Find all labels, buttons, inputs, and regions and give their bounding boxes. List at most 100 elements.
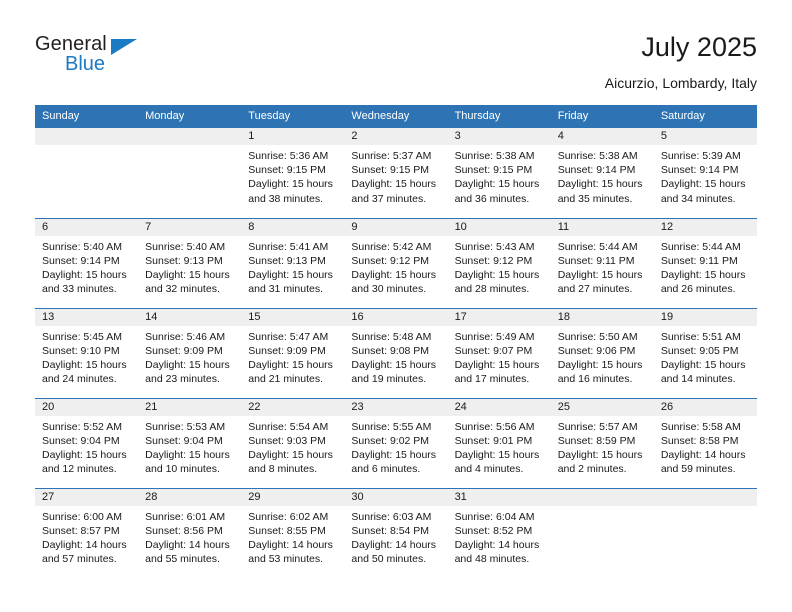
sunrise-time: Sunrise: 5:40 AM [145, 240, 226, 253]
day-number: 4 [550, 128, 654, 145]
calendar-day-cell[interactable]: 31 Sunrise: 6:04 AM Sunset: 8:52 PM Dayligh… [447, 487, 551, 578]
calendar-day-cell[interactable]: 2 Sunrise: 5:37 AM Sunset: 9:15 PM Daylight… [344, 128, 448, 218]
daylight-line1: Daylight: 15 hours [145, 448, 230, 461]
daylight-line1: Daylight: 15 hours [42, 268, 127, 281]
day-number: 16 [344, 308, 448, 326]
daylight-line2: and 24 minutes. [42, 373, 117, 386]
day-number: 23 [344, 398, 448, 416]
calendar-day-cell[interactable]: 30 Sunrise: 6:03 AM Sunset: 8:54 PM Dayligh… [344, 487, 448, 578]
daylight-line1: Daylight: 15 hours [145, 268, 230, 281]
daylight-line2: and 17 minutes. [454, 373, 530, 386]
calendar-day-cell[interactable]: 25 Sunrise: 5:57 AM Sunset: 8:59 PM Dayligh… [550, 397, 654, 488]
day-details: Sunrise: 5:57 AM Sunset: 8:59 PM Daylight:… [551, 416, 654, 477]
daylight-line2: and 12 minutes. [42, 463, 117, 476]
calendar-day-cell[interactable]: 11 Sunrise: 5:44 AM Sunset: 9:11 PM Dayligh… [550, 217, 654, 308]
day-details: Sunrise: 5:56 AM Sunset: 9:01 PM Daylight:… [448, 416, 551, 477]
calendar-day-cell[interactable]: 4 Sunrise: 5:38 AM Sunset: 9:14 PM Daylight… [550, 128, 654, 218]
sunrise-time: Sunrise: 5:39 AM [660, 150, 741, 162]
calendar-day-cell[interactable]: 8 Sunrise: 5:41 AM Sunset: 9:13 PM Daylight… [241, 217, 345, 308]
day-details: Sunrise: 5:41 AM Sunset: 9:13 PM Daylight:… [241, 236, 344, 297]
sunrise-time: Sunrise: 5:54 AM [248, 420, 329, 433]
sunrise-time: Sunrise: 5:48 AM [351, 330, 432, 343]
sunset-time: Sunset: 8:54 PM [351, 524, 430, 537]
calendar-day-cell[interactable]: 22 Sunrise: 5:54 AM Sunset: 9:03 PM Dayligh… [241, 397, 345, 488]
calendar-day-cell[interactable]: 19 Sunrise: 5:51 AM Sunset: 9:05 PM Dayligh… [653, 307, 757, 398]
sunrise-time: Sunrise: 5:50 AM [557, 330, 638, 343]
general-blue-logo: General Blue [35, 33, 215, 85]
daylight-line1: Daylight: 14 hours [248, 538, 333, 551]
daylight-line2: and 33 minutes. [42, 283, 117, 296]
sunrise-time: Sunrise: 5:57 AM [557, 420, 638, 433]
sunset-time: Sunset: 9:02 PM [351, 434, 430, 447]
calendar-day-cell[interactable]: 28 Sunrise: 6:01 AM Sunset: 8:56 PM Dayligh… [138, 487, 242, 578]
calendar-day-cell[interactable]: 10 Sunrise: 5:43 AM Sunset: 9:12 PM Dayligh… [447, 217, 551, 308]
day-number: 31 [447, 488, 551, 506]
sunset-time: Sunset: 8:59 PM [557, 434, 636, 447]
sunset-time: Sunset: 8:52 PM [454, 524, 533, 537]
day-number: 18 [550, 308, 654, 326]
day-details: Sunrise: 5:54 AM Sunset: 9:03 PM Daylight:… [241, 416, 344, 477]
sunset-time: Sunset: 9:15 PM [248, 164, 326, 177]
calendar-day-cell[interactable]: 20 Sunrise: 5:52 AM Sunset: 9:04 PM Dayligh… [35, 397, 139, 488]
calendar-day-cell[interactable]: 7 Sunrise: 5:40 AM Sunset: 9:13 PM Daylight… [138, 217, 242, 308]
day-details: Sunrise: 5:58 AM Sunset: 8:58 PM Daylight:… [654, 416, 757, 477]
sunset-time: Sunset: 9:13 PM [248, 254, 326, 267]
calendar-day-cell[interactable]: 27 Sunrise: 6:00 AM Sunset: 8:57 PM Dayligh… [35, 487, 139, 578]
day-number: 2 [344, 128, 448, 145]
daylight-line1: Daylight: 15 hours [557, 448, 643, 461]
calendar-day-cell[interactable]: 3 Sunrise: 5:38 AM Sunset: 9:15 PM Daylight… [447, 128, 551, 218]
daylight-line1: Daylight: 14 hours [454, 538, 540, 551]
daylight-line1: Daylight: 14 hours [351, 538, 437, 551]
sunrise-time: Sunrise: 5:36 AM [248, 150, 329, 162]
daylight-line2: and 26 minutes. [660, 283, 736, 296]
weekday-header-row: Sunday Monday Tuesday Wednesday Thursday… [35, 105, 757, 128]
calendar-day-cell[interactable]: 14 Sunrise: 5:46 AM Sunset: 9:09 PM Dayligh… [138, 307, 242, 398]
daylight-line2: and 32 minutes. [145, 283, 220, 296]
day-details: Sunrise: 5:52 AM Sunset: 9:04 PM Daylight:… [35, 416, 138, 477]
sunrise-time: Sunrise: 6:01 AM [145, 510, 226, 523]
calendar-day-cell[interactable]: 17 Sunrise: 5:49 AM Sunset: 9:07 PM Dayligh… [447, 307, 551, 398]
calendar-day-cell[interactable]: 12 Sunrise: 5:44 AM Sunset: 9:11 PM Dayligh… [653, 217, 757, 308]
calendar-day-cell[interactable]: 26 Sunrise: 5:58 AM Sunset: 8:58 PM Dayligh… [653, 397, 757, 488]
daylight-line1: Daylight: 15 hours [248, 268, 333, 281]
sunset-time: Sunset: 9:08 PM [351, 344, 430, 357]
logo-text-blue: Blue [65, 53, 106, 75]
day-number: 30 [344, 488, 448, 506]
day-number [35, 128, 139, 145]
day-details: Sunrise: 5:50 AM Sunset: 9:06 PM Daylight:… [551, 326, 654, 387]
sunrise-time: Sunrise: 5:52 AM [42, 420, 122, 433]
day-number: 25 [550, 398, 654, 416]
daylight-line2: and 59 minutes. [660, 463, 736, 476]
calendar-day-cell[interactable]: 15 Sunrise: 5:47 AM Sunset: 9:09 PM Dayligh… [241, 307, 345, 398]
sunset-time: Sunset: 9:11 PM [660, 254, 738, 267]
calendar-day-cell[interactable]: 16 Sunrise: 5:48 AM Sunset: 9:08 PM Dayligh… [344, 307, 448, 398]
day-details: Sunrise: 6:04 AM Sunset: 8:52 PM Daylight:… [448, 506, 551, 567]
day-number: 11 [550, 218, 654, 236]
day-details: Sunrise: 5:42 AM Sunset: 9:12 PM Daylight:… [344, 236, 447, 297]
calendar-day-cell[interactable]: 6 Sunrise: 5:40 AM Sunset: 9:14 PM Daylight… [35, 217, 139, 308]
day-number [653, 488, 757, 506]
daylight-line1: Daylight: 15 hours [660, 358, 746, 371]
day-number: 17 [447, 308, 551, 326]
daylight-line2: and 37 minutes. [351, 192, 427, 205]
calendar-day-cell-empty [653, 487, 757, 578]
day-details: Sunrise: 5:37 AM Sunset: 9:15 PM Daylight:… [344, 145, 447, 206]
calendar-day-cell[interactable]: 29 Sunrise: 6:02 AM Sunset: 8:55 PM Dayligh… [241, 487, 345, 578]
calendar-day-cell[interactable]: 9 Sunrise: 5:42 AM Sunset: 9:12 PM Daylight… [344, 217, 448, 308]
day-number: 8 [241, 218, 345, 236]
sunset-time: Sunset: 9:07 PM [454, 344, 533, 357]
calendar-day-cell[interactable]: 1 Sunrise: 5:36 AM Sunset: 9:15 PM Daylight… [241, 128, 345, 218]
calendar-day-cell[interactable]: 23 Sunrise: 5:55 AM Sunset: 9:02 PM Dayligh… [344, 397, 448, 488]
calendar-day-cell[interactable]: 13 Sunrise: 5:45 AM Sunset: 9:10 PM Dayligh… [35, 307, 139, 398]
sunset-time: Sunset: 8:55 PM [248, 524, 326, 537]
calendar-day-cell[interactable]: 18 Sunrise: 5:50 AM Sunset: 9:06 PM Dayligh… [550, 307, 654, 398]
day-details: Sunrise: 5:46 AM Sunset: 9:09 PM Daylight:… [138, 326, 241, 387]
daylight-line2: and 10 minutes. [145, 463, 220, 476]
sunrise-time: Sunrise: 5:43 AM [454, 240, 535, 253]
calendar-day-cell[interactable]: 21 Sunrise: 5:53 AM Sunset: 9:04 PM Dayligh… [138, 397, 242, 488]
weekday-header-friday: Friday [550, 105, 654, 128]
day-number: 27 [35, 488, 139, 506]
calendar-day-cell[interactable]: 5 Sunrise: 5:39 AM Sunset: 9:14 PM Daylight… [653, 128, 757, 218]
weekday-header-tuesday: Tuesday [241, 105, 345, 128]
calendar-day-cell[interactable]: 24 Sunrise: 5:56 AM Sunset: 9:01 PM Dayligh… [447, 397, 551, 488]
